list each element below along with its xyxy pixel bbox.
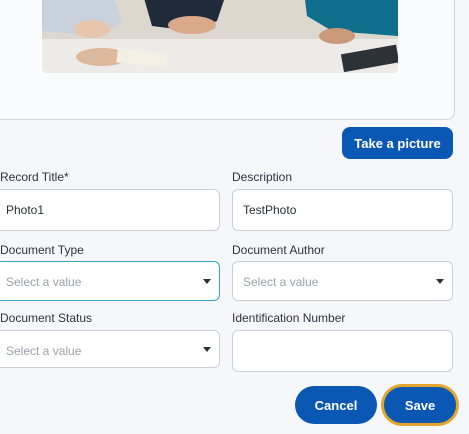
document-status-placeholder: Select a value — [6, 344, 82, 358]
document-type-label: Document Type — [0, 243, 84, 257]
photo-preview-card — [0, 0, 455, 120]
document-status-label: Document Status — [0, 311, 93, 325]
description-label: Description — [232, 170, 293, 184]
document-author-placeholder: Select a value — [243, 275, 319, 289]
record-title-label: Record Title* — [0, 170, 69, 184]
take-picture-button[interactable]: Take a picture — [342, 127, 453, 159]
captured-photo — [42, 0, 398, 73]
cancel-button[interactable]: Cancel — [295, 386, 377, 424]
chevron-down-icon — [203, 347, 211, 352]
description-input[interactable]: TestPhoto — [232, 189, 453, 231]
document-author-label: Document Author — [232, 243, 325, 257]
chevron-down-icon — [436, 279, 444, 284]
document-type-placeholder: Select a value — [6, 275, 82, 289]
record-title-input[interactable]: Photo1 — [0, 189, 220, 231]
chevron-down-icon — [203, 279, 211, 284]
document-status-select[interactable]: Select a value — [0, 330, 220, 368]
identification-number-input[interactable] — [232, 330, 453, 372]
document-type-select[interactable]: Select a value — [0, 261, 220, 301]
save-button[interactable]: Save — [384, 387, 456, 423]
identification-number-label: Identification Number — [232, 311, 346, 325]
document-author-select[interactable]: Select a value — [232, 261, 453, 301]
